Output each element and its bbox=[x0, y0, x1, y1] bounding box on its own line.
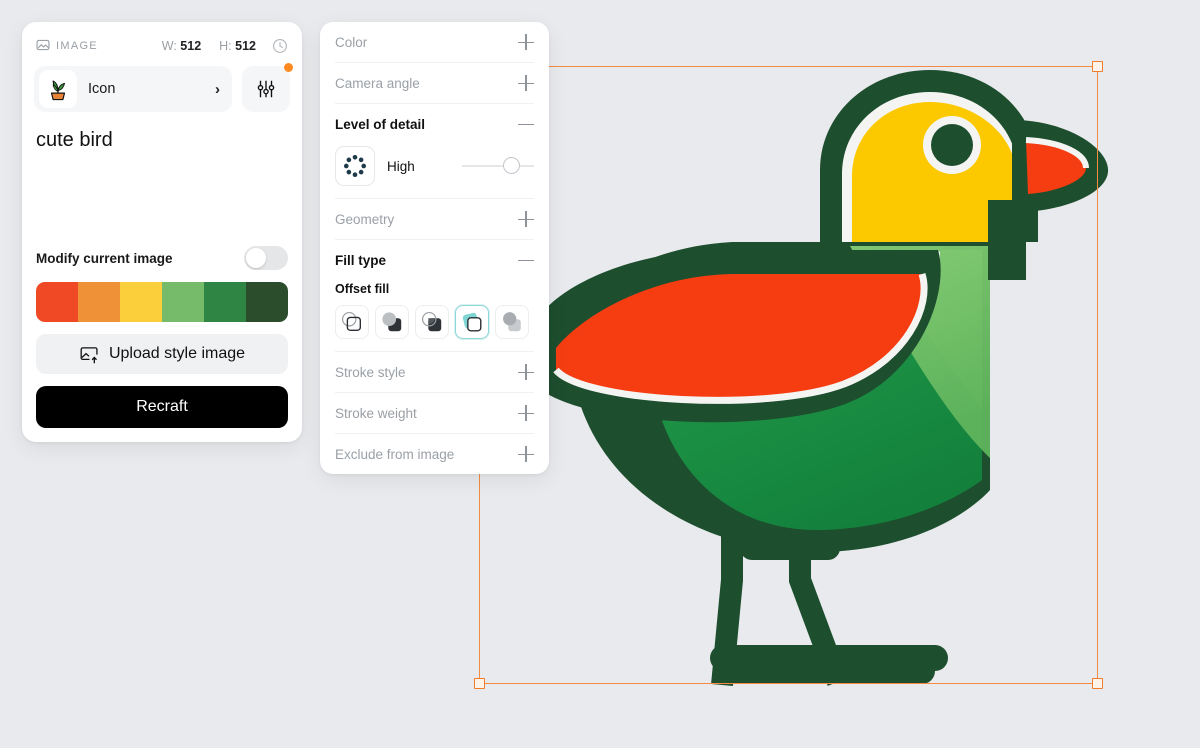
panel-header: IMAGE W: 512 H: 512 bbox=[34, 34, 290, 58]
bird-eye bbox=[923, 116, 981, 174]
height-readout: H: 512 bbox=[219, 39, 256, 53]
slider-thumb[interactable] bbox=[503, 157, 520, 174]
detail-value-label: High bbox=[387, 158, 415, 174]
plus-icon[interactable] bbox=[518, 446, 534, 462]
section-title: Color bbox=[335, 34, 368, 50]
sliders-icon bbox=[257, 80, 275, 98]
section-stroke-weight: Stroke weight bbox=[335, 393, 534, 434]
dotted-circle-icon bbox=[343, 154, 367, 178]
dimensions: W: 512 H: 512 bbox=[162, 39, 256, 53]
section-title: Exclude from image bbox=[335, 446, 455, 462]
section-title: Fill type bbox=[335, 252, 387, 268]
palette-swatch-2[interactable] bbox=[120, 282, 162, 322]
image-upload-icon bbox=[80, 346, 98, 363]
asset-type-label: IMAGE bbox=[56, 40, 98, 52]
section-color: Color bbox=[335, 22, 534, 63]
palette-swatch-4[interactable] bbox=[204, 282, 246, 322]
recraft-button[interactable]: Recraft bbox=[36, 386, 288, 428]
section-level-of-detail: Level of detail High bbox=[335, 104, 534, 199]
section-header-exclude-from-image[interactable]: Exclude from image bbox=[335, 434, 534, 474]
palette-swatch-3[interactable] bbox=[162, 282, 204, 322]
minus-icon[interactable] bbox=[518, 252, 534, 268]
upload-style-image-label: Upload style image bbox=[108, 345, 246, 362]
style-row: Icon › bbox=[34, 63, 293, 112]
plus-icon[interactable] bbox=[518, 405, 534, 421]
palette-swatch-5[interactable] bbox=[246, 282, 288, 322]
section-title: Level of detail bbox=[335, 116, 426, 132]
width-readout: W: 512 bbox=[161, 39, 202, 53]
style-picker-button[interactable]: Icon › bbox=[34, 66, 232, 112]
clock-icon[interactable] bbox=[272, 38, 288, 54]
section-title: Geometry bbox=[335, 211, 395, 227]
shadow-fill-option[interactable] bbox=[495, 305, 529, 339]
section-title: Stroke weight bbox=[335, 405, 417, 421]
level-of-detail-body: High bbox=[335, 144, 534, 198]
outline-fill-option[interactable] bbox=[335, 305, 369, 339]
section-exclude-from-image: Exclude from image bbox=[335, 434, 534, 474]
section-header-fill-type[interactable]: Fill type bbox=[335, 240, 534, 280]
slider-track bbox=[462, 165, 534, 167]
upload-style-image-button[interactable]: Upload style image bbox=[36, 334, 288, 374]
palette-swatch-1[interactable] bbox=[78, 282, 120, 322]
recraft-button-label: Recraft bbox=[136, 398, 188, 415]
detail-preset-thumbnail[interactable] bbox=[335, 146, 375, 186]
image-icon bbox=[36, 38, 50, 55]
style-thumbnail bbox=[39, 70, 77, 108]
plus-icon[interactable] bbox=[518, 75, 534, 91]
section-header-camera-angle[interactable]: Camera angle bbox=[335, 63, 534, 103]
section-title: Stroke style bbox=[335, 364, 406, 380]
solid-overlap-fill-option[interactable] bbox=[375, 305, 409, 339]
notification-dot bbox=[284, 63, 293, 72]
advanced-settings-button[interactable] bbox=[242, 63, 293, 112]
detail-slider[interactable] bbox=[462, 157, 534, 175]
plus-icon[interactable] bbox=[518, 211, 534, 227]
section-geometry: Geometry bbox=[335, 199, 534, 240]
bird-beak bbox=[1012, 120, 1109, 212]
section-header-stroke-style[interactable]: Stroke style bbox=[335, 352, 534, 392]
minus-icon[interactable] bbox=[518, 116, 534, 132]
section-header-stroke-weight[interactable]: Stroke weight bbox=[335, 393, 534, 433]
section-title: Camera angle bbox=[335, 75, 420, 91]
plus-icon[interactable] bbox=[518, 364, 534, 380]
fill-type-options bbox=[335, 305, 534, 339]
asset-type: IMAGE bbox=[36, 38, 98, 55]
fill-type-subtitle: Offset fill bbox=[335, 282, 390, 296]
modify-label: Modify current image bbox=[36, 250, 173, 266]
fill-type-body: Offset fill bbox=[335, 280, 534, 351]
palette-swatch-0[interactable] bbox=[36, 282, 78, 322]
offset-fill-option[interactable] bbox=[455, 305, 489, 339]
prompt-text: cute bird bbox=[36, 129, 113, 151]
potted-plant-icon bbox=[50, 80, 66, 101]
modify-toggle[interactable] bbox=[244, 246, 288, 270]
section-header-level-of-detail[interactable]: Level of detail bbox=[335, 104, 534, 144]
modify-current-image-row: Modify current image bbox=[36, 246, 288, 270]
section-header-color[interactable]: Color bbox=[335, 22, 534, 62]
level-of-detail-row: High bbox=[335, 146, 534, 186]
chevron-right-icon: › bbox=[215, 80, 220, 98]
app-root: IMAGE W: 512 H: 512 Icon › cute bird Mod… bbox=[0, 0, 1200, 748]
style-color-palette[interactable] bbox=[36, 282, 288, 322]
plus-icon[interactable] bbox=[518, 34, 534, 50]
section-fill-type: Fill type Offset fill bbox=[335, 240, 534, 352]
section-stroke-style: Stroke style bbox=[335, 352, 534, 393]
prompt-input[interactable]: cute bird bbox=[34, 122, 290, 242]
half-solid-fill-option[interactable] bbox=[415, 305, 449, 339]
section-camera-angle: Camera angle bbox=[335, 63, 534, 104]
bird-illustration[interactable] bbox=[470, 50, 1110, 700]
style-label: Icon bbox=[88, 81, 116, 97]
style-settings-panel: Color Camera angle Level of detail High … bbox=[320, 22, 549, 474]
generation-panel: IMAGE W: 512 H: 512 Icon › cute bird Mod… bbox=[22, 22, 302, 442]
toggle-knob bbox=[246, 248, 266, 268]
section-header-geometry[interactable]: Geometry bbox=[335, 199, 534, 239]
